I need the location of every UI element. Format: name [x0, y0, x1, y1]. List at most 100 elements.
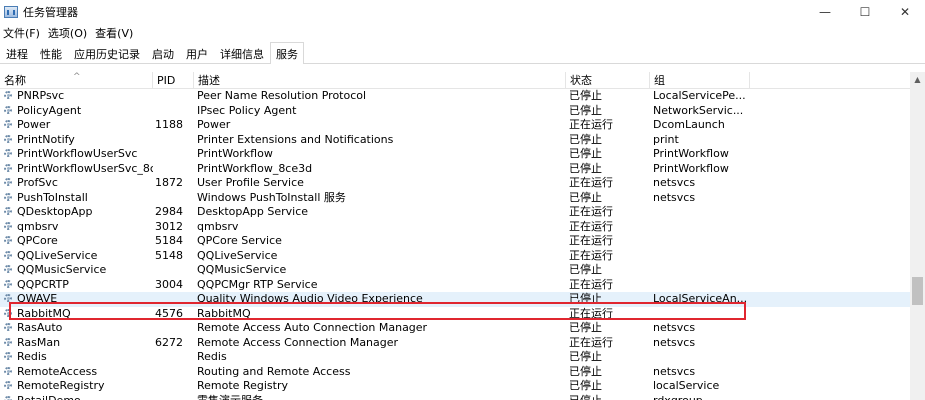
table-row[interactable]: RasMan 6272 Remote Access Connection Manag… — [0, 336, 910, 351]
table-row[interactable]: Redis Redis 已停止 — [0, 350, 910, 365]
service-name: RetailDemo — [3, 394, 153, 400]
table-row[interactable]: QQPCRTP 3004 QQPCMgr RTP Service 正在运行 — [0, 278, 910, 293]
service-name-text: Redis — [17, 350, 47, 363]
table-row[interactable]: QQLiveService 5148 QQLiveService 正在运行 — [0, 249, 910, 264]
minimize-button[interactable]: — — [805, 0, 845, 24]
service-name-text: PrintWorkflowUserSvc — [17, 147, 138, 160]
service-name-text: RasMan — [17, 335, 61, 349]
service-description: QQLiveService — [197, 248, 278, 262]
service-gear-icon — [3, 250, 15, 262]
service-pid: 6272 — [155, 335, 183, 349]
service-description: Redis — [197, 350, 227, 363]
table-row[interactable]: qmbsrv 3012 qmbsrv 正在运行 — [0, 220, 910, 235]
service-group: LocalServicePe... — [653, 89, 746, 102]
service-name: RemoteAccess — [3, 365, 153, 380]
table-row[interactable]: RasAuto Remote Access Auto Connection Man… — [0, 321, 910, 336]
service-status: 已停止 — [569, 132, 602, 146]
service-name: QQMusicService — [3, 263, 153, 278]
service-description: 零售演示服务 — [197, 393, 263, 400]
service-description: Printer Extensions and Notifications — [197, 132, 394, 146]
menu-options[interactable]: 选项(O) — [44, 25, 91, 41]
service-name-text: RemoteRegistry — [17, 379, 105, 392]
service-status: 已停止 — [569, 364, 602, 378]
service-group: DcomLaunch — [653, 118, 725, 131]
table-row[interactable]: QPCore 5184 QPCore Service 正在运行 — [0, 234, 910, 249]
tab-users[interactable]: 用户 — [180, 43, 214, 63]
service-status: 已停止 — [569, 263, 602, 276]
title-bar: 任务管理器 — ☐ ✕ — [0, 0, 925, 24]
service-group: netsvcs — [653, 364, 696, 378]
service-status: 已停止 — [569, 350, 602, 363]
table-row[interactable]: PolicyAgent IPsec Policy Agent 已停止 NetworkS… — [0, 104, 910, 119]
column-header-group[interactable]: 组 — [650, 72, 750, 89]
tab-startup[interactable]: 启动 — [146, 43, 180, 63]
service-name-text: RetailDemo — [17, 393, 81, 400]
column-header-name[interactable]: 名称 ^ — [0, 72, 153, 89]
service-group: LocalServiceAn... — [653, 292, 748, 305]
service-name-text: QDesktopApp — [17, 205, 93, 218]
table-row[interactable]: RemoteAccess Routing and Remote Access 已停止… — [0, 365, 910, 380]
service-status: 已停止 — [569, 321, 602, 334]
table-row[interactable]: PrintWorkflowUserSvc_8ce... PrintWorkflow… — [0, 162, 910, 177]
service-group: PrintWorkflow — [653, 147, 729, 160]
service-gear-icon — [3, 90, 15, 102]
table-row[interactable]: PrintNotify Printer Extensions and Notifi… — [0, 133, 910, 148]
tab-processes[interactable]: 进程 — [0, 43, 34, 63]
service-name: qmbsrv — [3, 220, 153, 235]
scroll-thumb[interactable] — [912, 277, 923, 305]
close-button[interactable]: ✕ — [885, 0, 925, 24]
table-row[interactable]: Power 1188 Power 正在运行 DcomLaunch — [0, 118, 910, 133]
service-name: PolicyAgent — [3, 104, 153, 119]
service-name: QDesktopApp — [3, 205, 153, 220]
tab-details[interactable]: 详细信息 — [214, 43, 270, 63]
menu-view[interactable]: 查看(V) — [91, 25, 137, 41]
service-name-text: QWAVE — [17, 292, 58, 305]
table-row[interactable]: RemoteRegistry Remote Registry 已停止 localSer… — [0, 379, 910, 394]
table-row[interactable]: PrintWorkflowUserSvc PrintWorkflow 已停止 Prin… — [0, 147, 910, 162]
service-name-text: QQPCRTP — [17, 277, 69, 291]
service-status: 正在运行 — [569, 248, 613, 262]
tab-app-history[interactable]: 应用历史记录 — [68, 43, 146, 63]
service-group: netsvcs — [653, 321, 696, 334]
table-row[interactable]: QDesktopApp 2984 DesktopApp Service 正在运行 — [0, 205, 910, 220]
service-description: IPsec Policy Agent — [197, 103, 297, 117]
window-controls: — ☐ ✕ — [805, 0, 925, 24]
scroll-up-arrow-icon[interactable]: ▲ — [910, 72, 925, 87]
table-row[interactable]: RabbitMQ 4576 RabbitMQ 正在运行 — [0, 307, 910, 322]
column-header-pid[interactable]: PID — [153, 72, 194, 89]
service-gear-icon — [3, 105, 15, 117]
service-gear-icon — [3, 264, 15, 276]
service-name-text: RasAuto — [17, 321, 63, 334]
column-header-description[interactable]: 描述 — [194, 72, 566, 89]
service-description: QQMusicService — [197, 263, 287, 276]
tab-bar: 进程 性能 应用历史记录 启动 用户 详细信息 服务 — [0, 42, 925, 64]
tab-performance[interactable]: 性能 — [34, 43, 68, 63]
table-row[interactable]: QWAVE Quality Windows Audio Video Experie… — [0, 292, 910, 307]
service-name-text: PNRPsvc — [17, 89, 65, 102]
service-name-text: PushToInstall — [17, 190, 88, 204]
menu-file[interactable]: 文件(F) — [0, 25, 44, 41]
service-name-text: QQMusicService — [17, 263, 107, 276]
service-description: Quality Windows Audio Video Experience — [197, 292, 423, 305]
service-name: RasMan — [3, 336, 153, 351]
maximize-button[interactable]: ☐ — [845, 0, 885, 24]
service-pid: 5148 — [155, 248, 183, 262]
service-description: QQPCMgr RTP Service — [197, 277, 318, 291]
table-row[interactable]: PushToInstall Windows PushToInstall 服务 已停止… — [0, 191, 910, 206]
service-status: 正在运行 — [569, 234, 613, 247]
table-row[interactable]: QQMusicService QQMusicService 已停止 — [0, 263, 910, 278]
table-row[interactable]: RetailDemo 零售演示服务 已停止 rdxgroup — [0, 394, 910, 400]
vertical-scrollbar[interactable]: ▲ — [910, 72, 925, 400]
window-title: 任务管理器 — [23, 6, 78, 19]
tab-services[interactable]: 服务 — [270, 42, 304, 64]
service-gear-icon — [3, 279, 15, 291]
service-status: 已停止 — [569, 379, 602, 392]
service-name: PrintNotify — [3, 133, 153, 148]
service-group: netsvcs — [653, 335, 696, 349]
table-row[interactable]: PNRPsvc Peer Name Resolution Protocol 已停止 L… — [0, 89, 910, 104]
table-row[interactable]: ProfSvc 1872 User Profile Service 正在运行 netsv… — [0, 176, 910, 191]
column-header-status[interactable]: 状态 — [566, 72, 650, 89]
service-gear-icon — [3, 322, 15, 334]
service-name-text: Power — [17, 118, 51, 131]
service-description: User Profile Service — [197, 176, 304, 189]
